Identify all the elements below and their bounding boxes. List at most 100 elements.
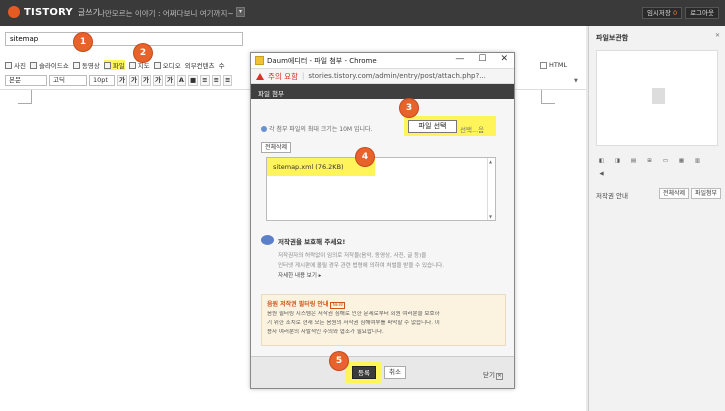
toolbar-dropdown-icon[interactable]: ▼	[574, 78, 578, 84]
attach-file-button[interactable]: 파일	[103, 60, 125, 70]
close-popup-button[interactable]: 닫기 ✕	[483, 369, 503, 380]
file-list-scrollbar[interactable]: ▲ ▼	[487, 158, 495, 220]
notice-line: 용자 여러분의 자발적인 주의와 협조가 필요합니다.	[267, 329, 384, 335]
insert-right-icon[interactable]: ◨	[612, 157, 623, 165]
close-icon[interactable]: ✕	[500, 54, 508, 64]
minimize-icon[interactable]: —	[455, 54, 464, 64]
underline-button[interactable]: 가	[128, 75, 139, 86]
post-title-input[interactable]	[5, 32, 243, 46]
copyright-notice-label: 저작권 안내	[596, 192, 628, 200]
size-info: 각 첨부 파일의 최대 크기는 10M 입니다.	[261, 124, 372, 133]
step-badge-5: 5	[330, 352, 348, 370]
attach-label: 슬라이드쇼	[38, 62, 69, 70]
collapse-icon[interactable]: ◀	[596, 170, 607, 178]
align-center-button[interactable]: ≡	[211, 75, 222, 86]
attach-slideshow-button[interactable]: 슬라이드쇼	[29, 60, 69, 70]
attach-audio-button[interactable]: 오디오	[153, 60, 181, 70]
insert-grid-icon[interactable]: ⊞	[644, 157, 655, 165]
file-attach-button[interactable]: 파일첨부	[691, 188, 722, 199]
attach-label: 오디오	[162, 62, 181, 70]
align-left-button[interactable]: ≡	[200, 75, 210, 86]
register-button[interactable]: 등록	[352, 366, 376, 379]
close-label: 닫기	[483, 371, 495, 379]
document-icon	[652, 88, 665, 104]
html-mode-toggle[interactable]: HTML	[540, 61, 567, 69]
maximize-icon[interactable]: ☐	[478, 54, 486, 64]
cancel-button[interactable]: 취소	[384, 366, 406, 379]
strike-button[interactable]: 가	[152, 75, 163, 86]
step-badge-3: 3	[400, 99, 418, 117]
html-label: HTML	[549, 61, 568, 69]
draft-button-label: 임시저장	[646, 9, 671, 17]
notice-title: 음원 저작권 필터링 안내 NEW	[267, 299, 500, 309]
notice-line: 음원 필터링 시스템은 저작권 침해로 인한 문제로부터 회원 여러분을 보호하	[267, 311, 440, 317]
bg-color-button[interactable]: ■	[187, 75, 199, 86]
info-icon	[261, 126, 267, 132]
copyright-line: 저작권자의 허락없이 임의로 저작물(음악, 동영상, 사진, 글 등)을	[278, 253, 427, 259]
top-bar: TISTORY 글쓰기 나만모르는 이야기 : 어쩌다보니 여기까지~ ▾ 임시…	[0, 0, 725, 26]
panel-close-icon[interactable]: ✕	[715, 32, 720, 39]
popup-header: 파일 첨부	[251, 84, 514, 99]
popup-url: stories.tistory.com/admin/entry/post/att…	[308, 72, 486, 80]
brand-subtitle: 글쓰기	[77, 7, 100, 17]
insert-center-icon[interactable]: ▤	[628, 157, 639, 165]
popup-footer: 등록 취소 닫기 ✕	[251, 356, 514, 388]
paragraph-select[interactable]: 본문	[5, 75, 47, 86]
attach-external-button[interactable]: 외부컨텐츠	[185, 60, 215, 70]
popup-address-bar: 주의 요함 | stories.tistory.com/admin/entry/…	[251, 69, 514, 84]
font-color-button[interactable]: 가	[164, 75, 175, 86]
attach-photo-button[interactable]: 사진	[5, 60, 26, 70]
format-toolbar: 본문 고딕 10pt 가 가 가 가 가 A ■ ≡ ≡ ≡	[5, 75, 233, 86]
attach-label: 외부컨텐츠	[184, 62, 215, 70]
security-warning[interactable]: 주의 요함	[268, 71, 298, 82]
popup-body: 각 첨부 파일의 최대 크기는 10M 입니다. 파일 선택 선택...음 전체…	[251, 99, 514, 356]
file-preview-box	[596, 50, 718, 146]
file-attach-popup: Daum에디터 - 파일 첨부 - Chrome — ☐ ✕ 주의 요함 | s…	[250, 52, 515, 389]
draft-count: 0	[672, 9, 678, 17]
highlight-button[interactable]: A	[176, 75, 186, 86]
popup-title: Daum에디터 - 파일 첨부 - Chrome	[267, 57, 377, 65]
daum-editor-icon	[255, 56, 264, 65]
align-right-button[interactable]: ≡	[223, 75, 233, 86]
popup-delete-all-button[interactable]: 전체삭제	[261, 142, 292, 153]
map-icon	[128, 61, 136, 69]
popup-titlebar: Daum에디터 - 파일 첨부 - Chrome — ☐ ✕	[251, 53, 514, 69]
new-badge: NEW	[330, 302, 346, 309]
copyright-more-link[interactable]: 자세한 내용 보기 ▸	[278, 271, 321, 279]
select-status: 선택...음	[460, 126, 485, 134]
italic-button[interactable]: 가	[140, 75, 151, 86]
font-size-select[interactable]: 10pt	[89, 75, 115, 86]
draft-button[interactable]: 임시저장 0	[641, 7, 683, 19]
insert-gallery-icon[interactable]: ▦	[676, 157, 687, 165]
logout-button[interactable]: 로그아웃	[685, 7, 719, 19]
file-icon	[103, 61, 111, 69]
size-info-text: 각 첨부 파일의 최대 크기는 10M 입니다.	[269, 126, 373, 133]
delete-all-button[interactable]: 전체삭제	[659, 188, 690, 199]
photo-icon	[5, 61, 12, 69]
insert-full-icon[interactable]: ▭	[660, 157, 671, 165]
font-select[interactable]: 고딕	[49, 75, 87, 86]
attach-toolbar: 사진 슬라이드쇼 동영상 파일 지도 오디오 외부컨텐츠 수	[5, 60, 225, 70]
blog-dropdown-button[interactable]: ▾	[236, 7, 245, 17]
file-list-item[interactable]: sitemap.xml (76.2KB)	[273, 163, 344, 171]
margin-mark-left	[18, 90, 32, 104]
audio-icon	[153, 61, 161, 69]
insert-table-icon[interactable]: ▥	[692, 157, 703, 165]
step-badge-1: 1	[74, 33, 92, 51]
brand[interactable]: TISTORY 글쓰기	[8, 6, 100, 18]
attach-label: 파일	[112, 62, 125, 70]
music-filter-notice: 음원 저작권 필터링 안내 NEW 음원 필터링 시스템은 저작권 침해로 인한 …	[261, 294, 506, 346]
insert-left-icon[interactable]: ◧	[596, 157, 607, 165]
scroll-down-icon[interactable]: ▼	[489, 214, 492, 219]
bold-button[interactable]: 가	[117, 75, 127, 86]
notice-line: 기 위한 조치로 현재 모든 음원의 저작권 침해여부를 파악할 수 없습니다.…	[267, 320, 440, 326]
attach-video-button[interactable]: 동영상	[72, 60, 100, 70]
html-checkbox[interactable]	[540, 61, 547, 69]
margin-mark-right	[541, 90, 555, 104]
attach-more-button[interactable]: 수	[219, 60, 225, 70]
file-list[interactable]: sitemap.xml (76.2KB) ▲ ▼	[266, 157, 496, 221]
copyright-line: 인터넷 게시판에 올릴 경우 관련 법령에 의하여 처벌을 받을 수 있습니다.	[278, 263, 444, 269]
scroll-up-icon[interactable]: ▲	[489, 159, 492, 164]
notice-title-text: 음원 저작권 필터링 안내	[267, 301, 329, 308]
select-file-button[interactable]: 파일 선택	[408, 120, 457, 133]
